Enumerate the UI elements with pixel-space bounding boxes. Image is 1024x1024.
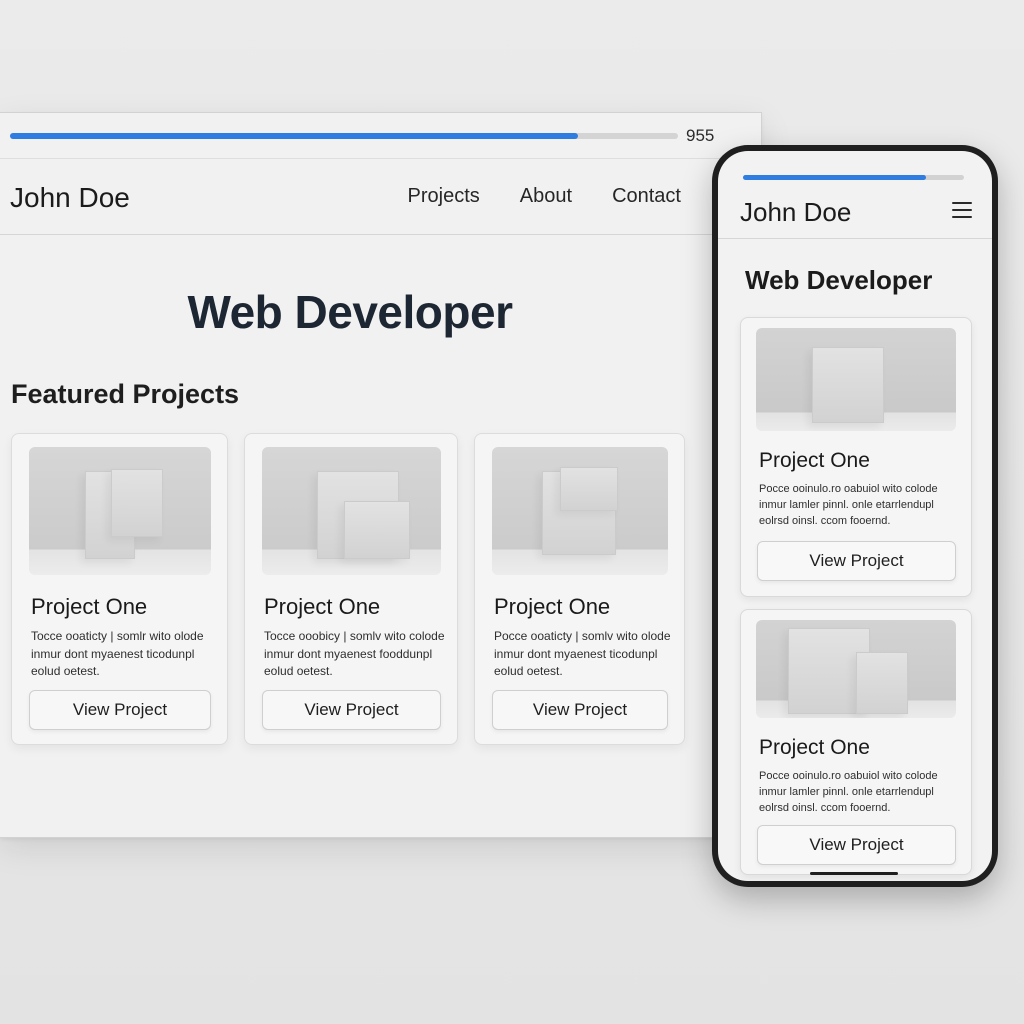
mobile-progress-track bbox=[743, 175, 964, 180]
hero-title: Web Developer bbox=[187, 286, 513, 338]
progress-fill bbox=[10, 133, 578, 139]
nav-link-about[interactable]: About bbox=[520, 185, 572, 208]
view-project-button[interactable]: View Project bbox=[757, 541, 956, 581]
mobile-project-card: Project One Pocce ooinulo.ro oabuiol wit… bbox=[740, 609, 972, 875]
mobile-site-brand[interactable]: John Doe bbox=[740, 197, 851, 228]
mobile-hero-title: Web Developer bbox=[745, 265, 933, 295]
project-card: Project One Tocce ooaticty | somlr wito … bbox=[11, 433, 228, 745]
home-indicator bbox=[810, 872, 898, 875]
project-description: Pocce ooaticty | somlv wito olode inmur … bbox=[494, 629, 671, 678]
project-description: Pocce ooinulo.ro oabuiol wito colode inm… bbox=[759, 770, 938, 814]
mobile-progress-fill bbox=[743, 175, 927, 180]
view-project-button[interactable]: View Project bbox=[492, 690, 668, 730]
project-title: Project One bbox=[759, 736, 870, 759]
nav-link-projects[interactable]: Projects bbox=[408, 185, 480, 208]
progress-value: 955 bbox=[686, 126, 715, 145]
section-title: Featured Projects bbox=[11, 379, 240, 409]
project-description: Pocce ooinulo.ro oabuiol wito colode inm… bbox=[759, 483, 938, 527]
nav-links: Projects About Contact bbox=[408, 185, 681, 208]
progress-track bbox=[10, 133, 678, 139]
view-project-button[interactable]: View Project bbox=[262, 690, 441, 730]
image-placeholder-icon bbox=[492, 447, 668, 575]
hamburger-menu-icon[interactable] bbox=[952, 202, 972, 218]
mobile-phone-mockup: John Doe Web Developer Project One Pocce… bbox=[712, 145, 998, 887]
project-title: Project One bbox=[264, 594, 381, 619]
image-placeholder-icon bbox=[756, 328, 956, 431]
mobile-navbar: John Doe bbox=[718, 181, 992, 239]
view-project-button[interactable]: View Project bbox=[757, 825, 956, 865]
project-title: Project One bbox=[759, 449, 870, 472]
image-placeholder-icon bbox=[756, 620, 956, 718]
mobile-project-card: Project One Pocce ooinulo.ro oabuiol wit… bbox=[740, 317, 972, 597]
project-title: Project One bbox=[31, 594, 148, 619]
nav-link-contact[interactable]: Contact bbox=[612, 185, 681, 208]
desktop-browser-mockup: 955 John Doe Projects About Contact Web … bbox=[0, 112, 762, 838]
image-placeholder-icon bbox=[29, 447, 211, 575]
project-card: Project One Pocce ooaticty | somlv wito … bbox=[474, 433, 685, 745]
project-card: Project One Tocce ooobicy | somlv wito c… bbox=[244, 433, 458, 745]
phone-screen: John Doe Web Developer Project One Pocce… bbox=[718, 151, 992, 881]
project-description: Tocce ooobicy | somlv wito colode inmur … bbox=[264, 629, 445, 678]
project-description: Tocce ooaticty | somlr wito olode inmur … bbox=[31, 629, 204, 678]
view-project-button[interactable]: View Project bbox=[29, 690, 211, 730]
project-title: Project One bbox=[494, 594, 611, 619]
desktop-navbar: John Doe Projects About Contact bbox=[0, 159, 761, 235]
scroll-progress-bar: 955 bbox=[0, 113, 761, 159]
image-placeholder-icon bbox=[262, 447, 441, 575]
site-brand[interactable]: John Doe bbox=[10, 182, 130, 214]
